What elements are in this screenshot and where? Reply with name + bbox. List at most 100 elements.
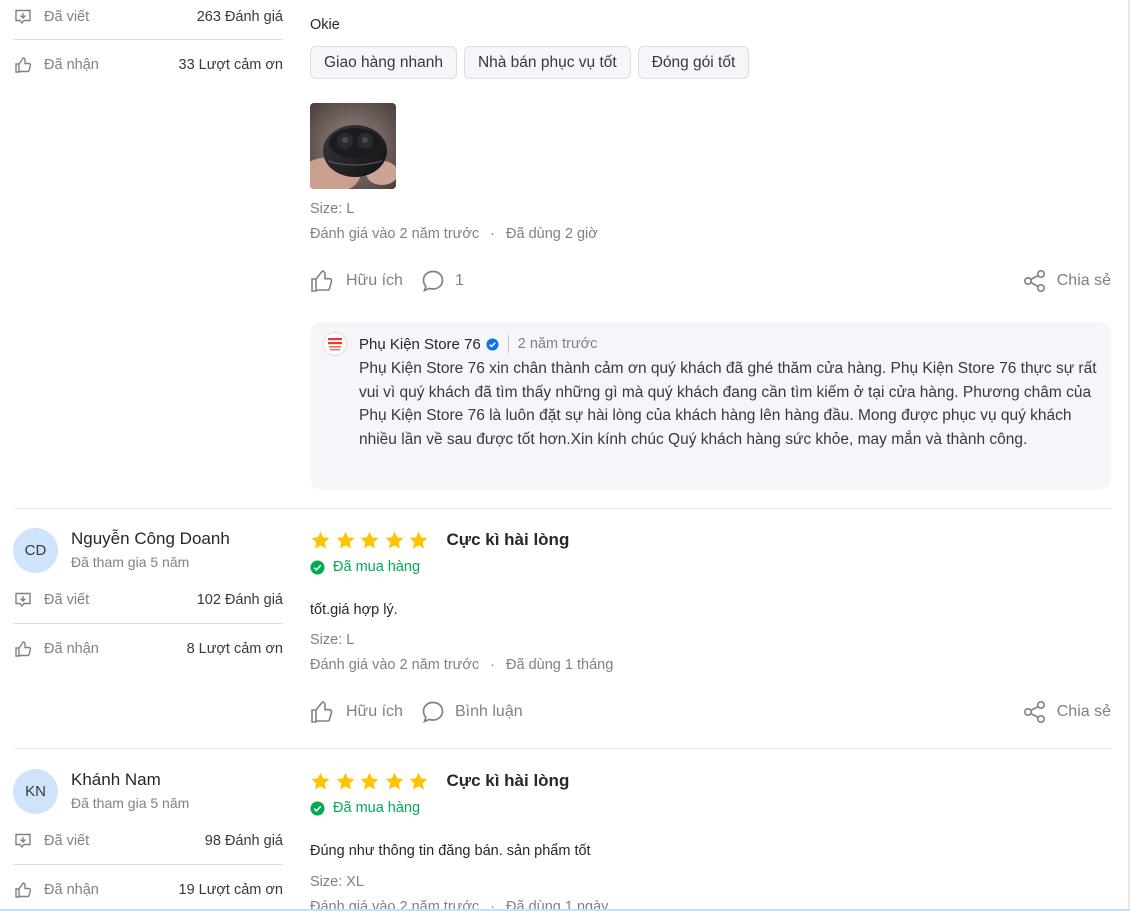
helpful-button[interactable]: Hữu ích xyxy=(310,699,403,725)
helpful-label: Hữu ích xyxy=(346,272,403,289)
star-icon xyxy=(311,531,330,549)
reviewer-header: KN Khánh Nam Đã tham gia 5 năm xyxy=(13,766,283,816)
received-label: Đã nhận xyxy=(44,57,99,73)
reviewer-panel: KN Khánh Nam Đã tham gia 5 năm Đã viết 9… xyxy=(13,766,283,898)
share-label: Chia sẻ xyxy=(1056,272,1111,289)
review-divider xyxy=(13,748,1111,749)
review-divider xyxy=(13,508,1111,509)
review-comment: Okie xyxy=(310,17,340,33)
thumbs-up-icon xyxy=(311,270,333,292)
comment-count: 1 xyxy=(455,272,464,289)
review-usage: Đã dùng 2 giờ xyxy=(506,226,598,242)
received-stat: Đã nhận 19 Lượt cảm ơn xyxy=(13,866,283,911)
reviewer-meta: Nguyễn Công Doanh Đã tham gia 5 năm xyxy=(71,528,230,572)
received-value: 33 Lượt cảm ơn xyxy=(178,57,284,73)
reviewer-joined: Đã tham gia 5 năm xyxy=(71,795,190,811)
written-stat: Đã viết 102 Đánh giá xyxy=(13,576,283,624)
stat-divider xyxy=(13,864,283,865)
thumbs-up-icon xyxy=(311,701,333,723)
avatar: CD xyxy=(13,527,58,573)
comment-label: Bình luận xyxy=(455,703,523,720)
stat-divider xyxy=(13,39,283,40)
review-chip: Nhà bán phục vụ tốt xyxy=(463,46,631,79)
written-value: 98 Đánh giá xyxy=(204,833,283,849)
reply-time: 2 năm trước xyxy=(517,336,598,352)
share-label: Chia sẻ xyxy=(1056,703,1111,720)
share-icon xyxy=(1023,269,1045,293)
comment-bubble-icon xyxy=(422,701,444,724)
review-written-icon xyxy=(13,831,33,851)
reviewer-name: Nguyễn Công Doanh xyxy=(71,529,230,548)
comment-button[interactable]: 1 xyxy=(421,268,464,294)
star-icon xyxy=(311,772,330,790)
written-stat: Đã viết 263 Đánh giá xyxy=(13,0,283,41)
review-meta: Đánh giá vào 2 năm trước · Đã dùng 2 giờ xyxy=(310,224,598,244)
thumbs-up-icon xyxy=(13,639,33,659)
seller-reply: Phụ Kiện Store 76 2 năm trước Phụ Kiện S… xyxy=(310,322,1111,490)
review-time: Đánh giá vào 2 năm trước xyxy=(310,226,480,242)
bought-badge: Đã mua hàng xyxy=(310,800,420,816)
reviewer-joined: Đã tham gia 5 năm xyxy=(71,554,190,570)
bought-label: Đã mua hàng xyxy=(333,800,421,816)
helpful-label: Hữu ích xyxy=(346,703,403,720)
share-icon xyxy=(1023,700,1045,724)
shop-name[interactable]: Phụ Kiện Store 76 xyxy=(359,336,481,353)
star-icon xyxy=(336,531,354,549)
reply-separator xyxy=(507,335,509,353)
star-icon xyxy=(385,772,403,790)
share-button[interactable]: Chia sẻ xyxy=(1022,268,1111,294)
check-circle-icon xyxy=(310,559,325,575)
star-icon xyxy=(409,531,428,549)
star-icon xyxy=(336,772,354,790)
written-value: 263 Đánh giá xyxy=(196,9,283,25)
review-actions: Hữu ích Bình luận Chia sẻ xyxy=(310,699,1111,725)
thumbs-up-icon xyxy=(13,55,33,75)
review-meta: Đánh giá vào 2 năm trước · Đã dùng 1 thá… xyxy=(310,655,613,675)
share-button[interactable]: Chia sẻ xyxy=(1022,699,1111,725)
written-label: Đã viết xyxy=(44,9,90,25)
review-time: Đánh giá vào 2 năm trước xyxy=(310,657,480,673)
rating-title: Cực kì hài lòng xyxy=(446,771,570,790)
review-usage: Đã dùng 1 tháng xyxy=(506,657,614,673)
star-icon xyxy=(385,531,403,549)
review-comment: tốt.giá hợp lý. xyxy=(310,602,398,618)
comment-button[interactable]: Bình luận xyxy=(421,699,523,725)
received-label: Đã nhận xyxy=(44,641,99,657)
review-comment: Đúng như thông tin đăng bán. sản phẩm tố… xyxy=(310,843,591,859)
meta-dot: · xyxy=(490,657,496,673)
star-icon xyxy=(409,772,428,790)
review-size: Size: L xyxy=(310,632,355,648)
written-label: Đã viết xyxy=(44,592,90,608)
reviewer-panel: CD Nguyễn Công Doanh Đã tham gia 5 năm Đ… xyxy=(13,525,283,657)
received-stat: Đã nhận 8 Lượt cảm ơn xyxy=(13,625,283,673)
stat-divider xyxy=(13,623,283,624)
received-label: Đã nhận xyxy=(44,882,99,898)
review-photo[interactable] xyxy=(310,103,396,189)
star-icon xyxy=(360,772,379,790)
reviewer-name: Khánh Nam xyxy=(71,770,161,789)
written-stat: Đã viết 98 Đánh giá xyxy=(13,817,283,865)
thumbs-up-icon xyxy=(13,880,33,900)
bought-label: Đã mua hàng xyxy=(333,559,421,575)
review-chip: Giao hàng nhanh xyxy=(310,46,457,79)
helpful-button[interactable]: Hữu ích xyxy=(310,268,403,294)
rating-stars: Cực kì hài lòng xyxy=(310,527,569,553)
review-chips: Giao hàng nhanh Nhà bán phục vụ tốt Đóng… xyxy=(310,46,750,79)
review-written-icon xyxy=(13,7,33,27)
star-icon xyxy=(360,531,379,549)
received-stat: Đã nhận 33 Lượt cảm ơn xyxy=(13,41,283,89)
avatar: KN xyxy=(13,768,58,814)
received-value: 19 Lượt cảm ơn xyxy=(178,882,284,898)
reviewer-meta: Khánh Nam Đã tham gia 5 năm xyxy=(71,769,189,813)
review-chip: Đóng gói tốt xyxy=(637,46,750,79)
meta-dot: · xyxy=(490,226,496,242)
rating-title: Cực kì hài lòng xyxy=(446,530,570,549)
rating-stars: Cực kì hài lòng xyxy=(310,768,569,794)
written-label: Đã viết xyxy=(44,833,90,849)
review-written-icon xyxy=(13,590,33,610)
written-value: 102 Đánh giá xyxy=(196,592,283,608)
review-actions: Hữu ích 1 Chia sẻ xyxy=(310,268,1111,294)
comment-bubble-icon xyxy=(422,270,444,293)
reply-header: Phụ Kiện Store 76 2 năm trước xyxy=(323,332,598,356)
review-size: Size: L xyxy=(310,201,355,217)
